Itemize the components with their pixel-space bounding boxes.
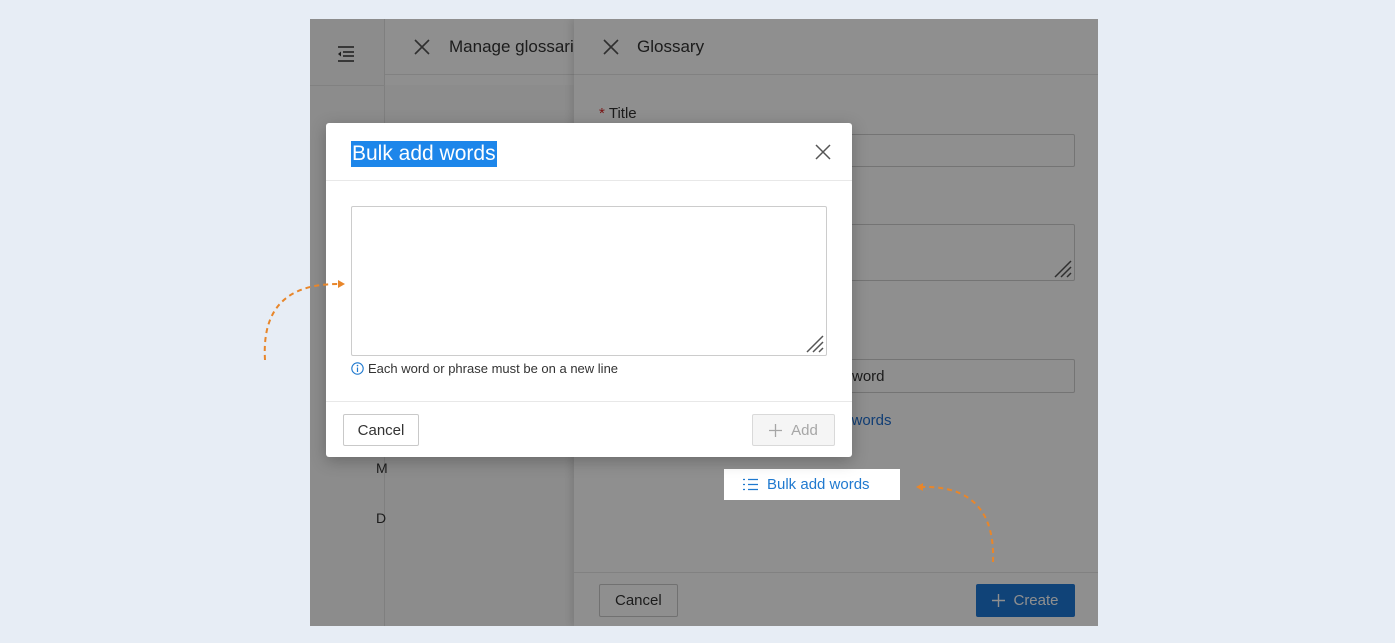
cancel-button[interactable]: Cancel	[343, 414, 419, 446]
info-circle-icon	[351, 362, 364, 375]
bulk-add-words-label: Bulk add words	[767, 476, 870, 493]
bulk-add-words-button[interactable]: Bulk add words	[724, 469, 900, 500]
add-button[interactable]: Add	[752, 414, 835, 446]
dialog-footer: Cancel Add	[326, 401, 852, 457]
dialog-hint-text: Each word or phrase must be on a new lin…	[368, 361, 619, 376]
bulk-words-textarea[interactable]	[351, 206, 827, 356]
dialog-hint: Each word or phrase must be on a new lin…	[351, 361, 618, 376]
bulk-add-words-dialog: Bulk add words Each word or phrase must …	[326, 123, 852, 457]
dialog-header: Bulk add words	[326, 123, 852, 181]
dialog-title: Bulk add words	[351, 141, 497, 167]
add-button-label: Add	[791, 421, 818, 439]
resize-handle-icon[interactable]	[802, 331, 824, 353]
list-icon	[743, 478, 758, 491]
close-icon[interactable]	[815, 144, 831, 160]
plus-icon	[769, 423, 783, 437]
